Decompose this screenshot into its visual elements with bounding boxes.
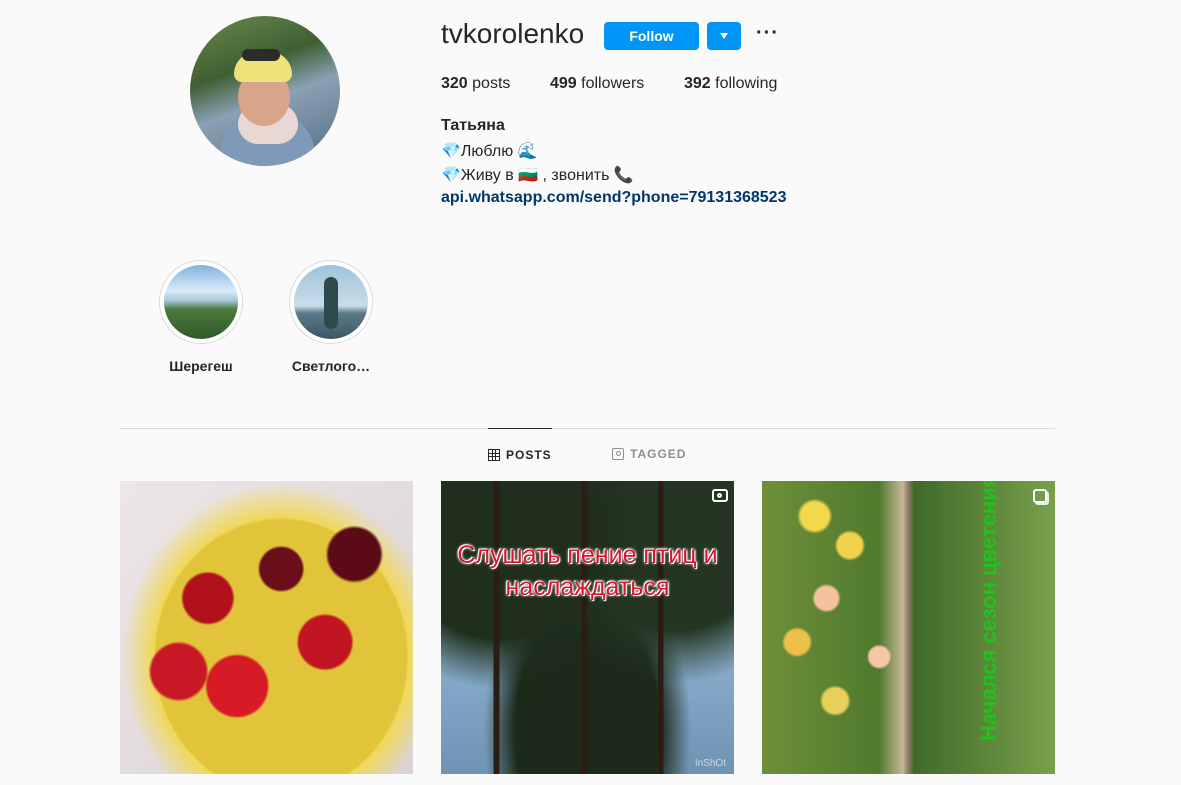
highlight-ring bbox=[159, 260, 243, 344]
more-options-icon[interactable]: ··· bbox=[756, 22, 779, 45]
chevron-down-icon bbox=[720, 33, 728, 39]
post-caption-overlay: Начался сезон цветения роз bbox=[976, 481, 1001, 741]
tab-posts-label: POSTS bbox=[506, 448, 552, 462]
highlight-cover bbox=[164, 265, 238, 339]
grid-icon bbox=[488, 449, 500, 461]
post-thumbnail-berries[interactable] bbox=[120, 481, 413, 774]
followers-count: 499 bbox=[550, 75, 577, 92]
follow-button[interactable]: Follow bbox=[604, 22, 699, 50]
followers-label: followers bbox=[576, 75, 645, 92]
post-watermark: InShOt bbox=[694, 758, 726, 769]
video-icon bbox=[712, 489, 728, 502]
carousel-icon bbox=[1033, 489, 1047, 503]
profile-avatar[interactable] bbox=[190, 16, 340, 166]
highlight-ring bbox=[289, 260, 373, 344]
profile-username: tvkorolenko bbox=[441, 18, 585, 49]
post-caption-overlay: Слушать пение птиц и наслаждаться bbox=[457, 541, 718, 601]
highlight-item-sheregesh[interactable]: Шерегеш bbox=[158, 260, 244, 374]
suggested-dropdown-button[interactable] bbox=[707, 22, 741, 50]
tab-posts[interactable]: POSTS bbox=[488, 428, 552, 481]
followers-count-stat[interactable]: 499 followers bbox=[550, 75, 644, 93]
bio-line-2: 💎Живу в 🇧🇬 , звонить 📞 bbox=[441, 167, 634, 184]
tag-icon bbox=[612, 448, 624, 460]
profile-website-link[interactable]: api.whatsapp.com/send?phone=79131368523 bbox=[441, 189, 786, 207]
highlight-cover bbox=[294, 265, 368, 339]
following-label: following bbox=[710, 75, 778, 92]
tab-tagged[interactable]: TAGGED bbox=[612, 428, 692, 480]
statue-shape bbox=[324, 277, 338, 329]
highlight-label: Шерегеш bbox=[169, 358, 233, 374]
post-thumbnail-birds-video[interactable]: Слушать пение птиц и наслаждаться InShOt bbox=[441, 481, 734, 774]
tab-tagged-label: TAGGED bbox=[630, 447, 687, 461]
posts-label: posts bbox=[467, 75, 511, 92]
tabs-divider bbox=[120, 428, 1055, 429]
highlight-item-svetlogo[interactable]: Светлого… bbox=[288, 260, 374, 374]
avatar-sunglasses bbox=[242, 49, 280, 61]
following-count-stat[interactable]: 392 following bbox=[684, 75, 777, 93]
highlight-label: Светлого… bbox=[291, 358, 371, 374]
post-caption-area: Начался сезон цветения роз bbox=[922, 481, 1012, 751]
posts-count-stat: 320 posts bbox=[441, 75, 510, 93]
profile-full-name: Татьяна bbox=[441, 117, 505, 134]
bio-line-1: 💎Люблю 🌊 bbox=[441, 143, 538, 160]
posts-count: 320 bbox=[441, 75, 468, 92]
post-thumbnail-roses[interactable]: Начался сезон цветения роз bbox=[762, 481, 1055, 774]
following-count: 392 bbox=[684, 75, 711, 92]
